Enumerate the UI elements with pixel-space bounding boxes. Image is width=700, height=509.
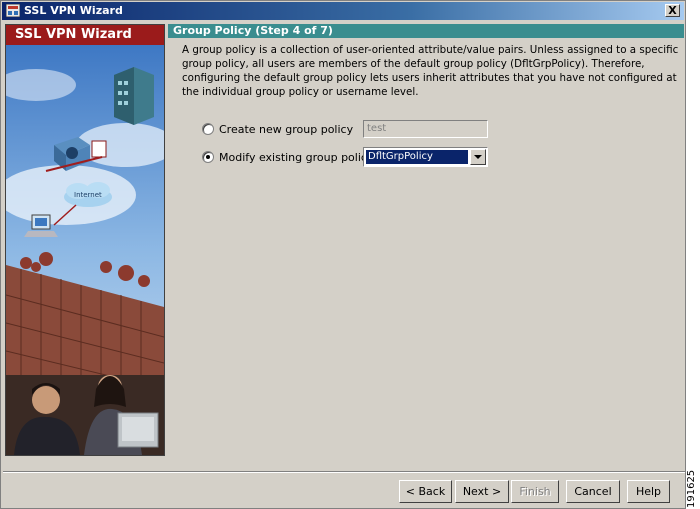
existing-policy-select[interactable]: DfltGrpPolicy <box>363 147 488 167</box>
existing-policy-value: DfltGrpPolicy <box>366 150 468 164</box>
wizard-window: SSL VPN Wizard X SSL VPN Wizard Internet… <box>0 0 686 509</box>
create-policy-label: Create new group policy <box>219 123 354 136</box>
app-icon <box>6 4 20 17</box>
back-button[interactable]: < Back <box>399 480 452 503</box>
step-description: A group policy is a collection of user-o… <box>182 44 679 98</box>
close-button[interactable]: X <box>665 4 680 17</box>
cancel-button[interactable]: Cancel <box>566 480 620 503</box>
help-button[interactable]: Help <box>627 480 670 503</box>
svg-text:Internet: Internet <box>74 191 102 199</box>
modify-policy-label: Modify existing group policy <box>219 151 374 164</box>
sidebar-title: SSL VPN Wizard <box>6 25 164 45</box>
footer-separator <box>3 471 685 473</box>
step-title: Group Policy (Step 4 of 7) <box>168 24 684 38</box>
figure-number: 191625 <box>686 469 697 508</box>
window-title: SSL VPN Wizard <box>24 4 123 17</box>
finish-button[interactable]: Finish <box>511 480 559 503</box>
modify-policy-radio[interactable] <box>202 151 214 163</box>
people-photo <box>6 375 164 455</box>
title-bar[interactable]: SSL VPN Wizard X <box>2 2 684 20</box>
wizard-sidebar: SSL VPN Wizard Internet <box>5 24 165 456</box>
new-policy-name-input[interactable]: test <box>363 120 488 138</box>
next-button[interactable]: Next > <box>455 480 509 503</box>
wizard-illustration: Internet <box>6 45 164 455</box>
building-icon <box>114 67 154 125</box>
chevron-down-icon[interactable] <box>470 149 486 165</box>
internet-cloud-icon: Internet <box>64 182 112 207</box>
create-policy-radio[interactable] <box>202 123 214 135</box>
